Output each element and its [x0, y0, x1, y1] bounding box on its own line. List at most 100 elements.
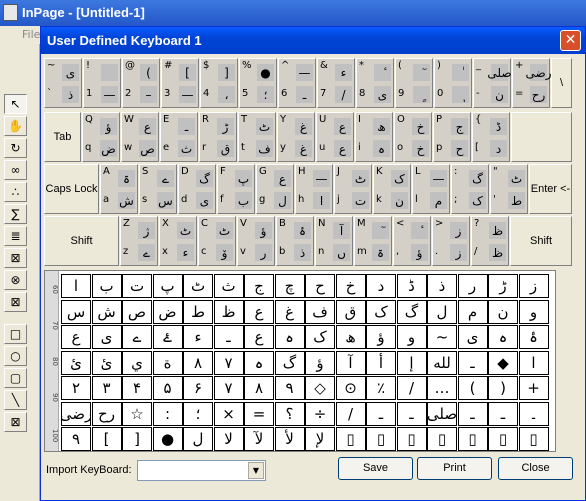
glyph-cell[interactable]: ): [488, 376, 518, 400]
glyph-cell[interactable]: ▯: [366, 427, 396, 451]
key-r[interactable]: Rrڑق: [199, 112, 237, 162]
print-button[interactable]: Print: [417, 457, 492, 480]
key-t[interactable]: Ttٹف: [238, 112, 276, 162]
frame-tool-icon[interactable]: ⊠: [4, 292, 27, 312]
key-f[interactable]: Ffپب: [217, 164, 255, 214]
glyph-cell[interactable]: چ: [274, 274, 305, 298]
key-caps-lock[interactable]: Caps Lock: [44, 164, 99, 214]
key-2[interactable]: @2 (–: [122, 58, 160, 108]
key-j[interactable]: Jj ٹت: [334, 164, 372, 214]
key-enter[interactable]: Enter <-: [529, 164, 572, 214]
glyph-cell[interactable]: ۳: [91, 376, 122, 400]
glyph-cell[interactable]: ہ: [244, 350, 274, 375]
key-8[interactable]: * 8ٔ ی: [356, 58, 394, 108]
glyph-cell[interactable]: ء: [183, 325, 213, 349]
glyph-cell[interactable]: د: [366, 274, 396, 298]
glyph-cell[interactable]: گ: [396, 299, 427, 324]
glyph-cell[interactable]: ھ: [335, 325, 366, 349]
glyph-cell[interactable]: ۶: [183, 376, 213, 400]
key-0[interactable]: ) 0ٰٖ: [434, 58, 472, 108]
glyph-cell[interactable]: إ: [396, 350, 427, 375]
glyph-cell[interactable]: ـ: [396, 401, 427, 426]
cross-tool-icon[interactable]: ⊠: [4, 412, 27, 432]
glyph-cell[interactable]: ض: [152, 299, 183, 324]
glyph-cell[interactable]: ۹: [274, 376, 305, 400]
glyph-cell[interactable]: خ: [335, 274, 366, 298]
glyph-cell[interactable]: ؤ: [366, 325, 396, 349]
key-/[interactable]: ? / ظ ظ: [471, 216, 509, 266]
key-'[interactable]: " ' ٹ ط: [490, 164, 528, 214]
glyph-cell[interactable]: ؤ: [305, 350, 335, 375]
glyph-cell[interactable]: /: [335, 401, 366, 426]
menu-file[interactable]: File: [22, 28, 40, 41]
glyph-cell[interactable]: ×: [213, 401, 244, 426]
import-keyboard-select[interactable]: ▼: [137, 460, 266, 481]
glyph-cell[interactable]: ح: [305, 274, 335, 298]
glyph-cell[interactable]: ؛: [183, 401, 213, 426]
key-o[interactable]: Ooخخ: [394, 112, 432, 162]
ellipse-tool-icon[interactable]: ○: [4, 346, 27, 366]
glyph-cell[interactable]: ـ: [366, 401, 396, 426]
glyph-cell[interactable]: ج: [244, 274, 274, 298]
key-u[interactable]: Uuعع: [316, 112, 354, 162]
link-tool-icon[interactable]: ∞: [4, 160, 27, 180]
glyph-cell[interactable]: ۵: [152, 376, 183, 400]
oval-picture-tool-icon[interactable]: ⊗: [4, 270, 27, 290]
glyph-cell[interactable]: ز: [518, 274, 549, 298]
glyph-cell[interactable]: ئ: [61, 350, 91, 375]
key-w[interactable]: Wwعص: [121, 112, 159, 162]
glyph-cell[interactable]: :: [152, 401, 183, 426]
close-icon[interactable]: ✕: [560, 30, 581, 51]
key-=[interactable]: + = رضی رح: [512, 58, 552, 108]
glyph-cell[interactable]: ۷: [213, 376, 244, 400]
text-frame-tool-icon[interactable]: ∑: [4, 204, 27, 224]
key-9[interactable]: (9ٍٓ: [395, 58, 433, 108]
glyph-cell[interactable]: م: [457, 299, 488, 324]
glyph-cell[interactable]: ت: [122, 274, 152, 298]
glyph-cell[interactable]: ہ: [488, 325, 518, 349]
key-d[interactable]: Ddگی: [178, 164, 216, 214]
key-backslash[interactable]: \: [551, 58, 572, 108]
glyph-cell[interactable]: ڈ: [396, 274, 427, 298]
key-7[interactable]: & 7 ء /: [317, 58, 355, 108]
glyph-cell[interactable]: ص: [122, 299, 152, 324]
glyph-cell[interactable]: ▯: [396, 427, 427, 451]
glyph-cell[interactable]: ا: [518, 350, 549, 375]
glyph-cell[interactable]: صلی: [427, 401, 457, 426]
key-[[interactable]: {[ڈ د: [472, 112, 510, 162]
line-tool-icon[interactable]: ╲: [4, 390, 27, 410]
pointer-tool-icon[interactable]: ↖: [4, 94, 27, 114]
key-q[interactable]: Qqؤض: [82, 112, 120, 162]
glyph-cell[interactable]: ع: [244, 299, 274, 324]
glyph-cell[interactable]: ط: [183, 299, 213, 324]
rotate-tool-icon[interactable]: ↻: [4, 138, 27, 158]
key-,[interactable]: <,ٔ ؤ: [393, 216, 431, 266]
key-y[interactable]: Yyغغ: [277, 112, 315, 162]
glyph-cell[interactable]: گ: [274, 350, 305, 375]
glyph-cell[interactable]: ـ: [457, 401, 488, 426]
glyph-cell[interactable]: ع: [244, 325, 274, 349]
picture-box-tool-icon[interactable]: ⊠: [4, 248, 27, 268]
key-z[interactable]: Zzژے: [120, 216, 158, 266]
glyph-cell[interactable]: ▯: [488, 427, 518, 451]
key-shift-left[interactable]: Shift: [44, 216, 119, 266]
key-i[interactable]: Ii ھہ: [355, 112, 393, 162]
save-button[interactable]: Save: [338, 457, 413, 480]
glyph-cell[interactable]: ۂ: [518, 325, 549, 349]
glyph-cell[interactable]: و: [396, 325, 427, 349]
glyph-cell[interactable]: ڑ: [488, 274, 518, 298]
glyph-cell[interactable]: ٪: [366, 376, 396, 400]
glyph-cell[interactable]: ن: [488, 299, 518, 324]
key-4[interactable]: $4] ،: [200, 58, 238, 108]
glyph-cell[interactable]: ~: [427, 325, 457, 349]
glyph-cell[interactable]: ل: [183, 427, 213, 451]
key-e[interactable]: Eeـث: [160, 112, 198, 162]
key-k[interactable]: Kkکن: [373, 164, 411, 214]
glyph-cell[interactable]: ۲: [61, 376, 91, 400]
glyph-cell[interactable]: آ: [335, 350, 366, 375]
key-n[interactable]: Nnآں: [315, 216, 353, 266]
glyph-cell[interactable]: لآ: [244, 427, 274, 451]
glyph-cell[interactable]: /: [396, 376, 427, 400]
glyph-cell[interactable]: ع: [61, 325, 91, 349]
glyph-cell[interactable]: (: [457, 376, 488, 400]
